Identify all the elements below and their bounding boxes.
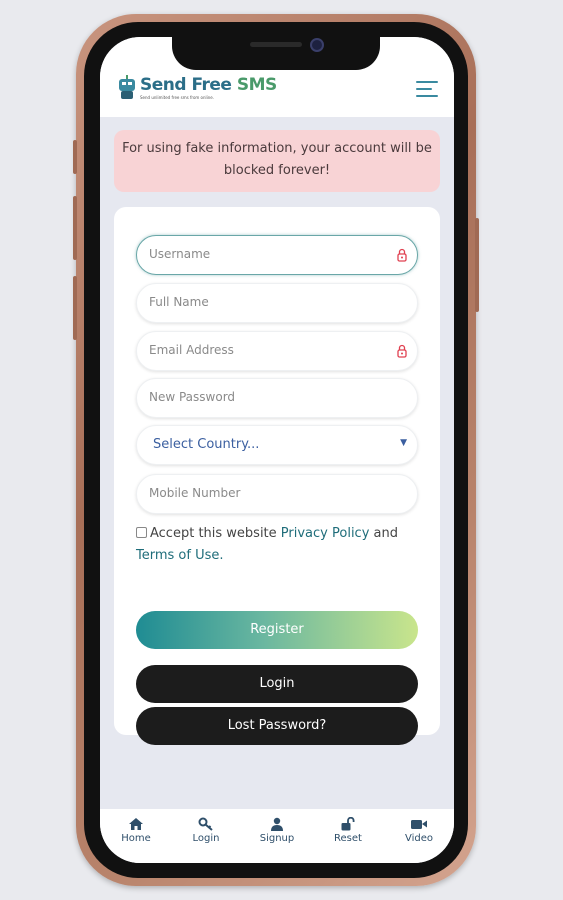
warning-banner: For using fake information, your account… — [114, 130, 440, 192]
username-placeholder: Username — [149, 247, 211, 261]
register-button[interactable]: Register — [136, 611, 418, 649]
bottom-navigation: Home Login Signup Reset Video — [100, 809, 454, 863]
username-input[interactable]: Username — [136, 235, 418, 275]
phone-notch — [172, 30, 380, 70]
speaker-grille — [250, 42, 302, 47]
phone-side-button — [73, 196, 77, 260]
lock-icon — [397, 344, 407, 358]
nav-item-home[interactable]: Home — [106, 817, 166, 844]
chevron-down-icon: ▼ — [400, 438, 407, 448]
phone-side-button — [73, 140, 77, 174]
full-name-input[interactable]: Full Name — [136, 283, 418, 323]
front-camera-icon — [310, 38, 324, 52]
terms-of-use-link[interactable]: Terms of Use. — [136, 548, 224, 563]
lost-password-button[interactable]: Lost Password? — [136, 707, 418, 745]
unlock-icon — [341, 817, 355, 831]
brand-name-part1: Send Free — [140, 75, 237, 95]
email-placeholder: Email Address — [149, 343, 234, 357]
nav-label-login: Login — [192, 833, 220, 844]
key-icon — [198, 817, 213, 831]
register-form-card: Username Full Name Email Address New Pas… — [114, 207, 440, 745]
terms-and-text: and — [369, 526, 398, 541]
nav-item-login[interactable]: Login — [176, 817, 236, 844]
nav-item-reset[interactable]: Reset — [318, 817, 378, 844]
country-select-value: Select Country... — [153, 437, 260, 452]
accept-terms-checkbox[interactable] — [136, 527, 147, 538]
phone-side-button — [73, 276, 77, 340]
mobile-number-placeholder: Mobile Number — [149, 486, 241, 500]
phone-side-button — [475, 218, 479, 312]
brand-title[interactable]: Send Free SMS — [140, 75, 277, 95]
lock-icon — [397, 248, 407, 262]
country-select[interactable]: Select Country... ▼ — [136, 425, 418, 465]
user-icon — [271, 817, 283, 831]
nav-label-signup: Signup — [259, 833, 295, 844]
new-password-input[interactable]: New Password — [136, 378, 418, 418]
full-name-placeholder: Full Name — [149, 295, 209, 309]
nav-label-reset: Reset — [334, 833, 362, 844]
phone-screen: Send Free SMS Send unlimited free sms fr… — [100, 37, 454, 863]
mobile-number-input[interactable]: Mobile Number — [136, 474, 418, 514]
home-icon — [129, 818, 143, 830]
brand-name-part2: SMS — [236, 75, 277, 95]
login-button[interactable]: Login — [136, 665, 418, 703]
nav-item-signup[interactable]: Signup — [247, 817, 307, 844]
new-password-placeholder: New Password — [149, 390, 236, 404]
nav-label-video: Video — [404, 833, 434, 844]
nav-item-video[interactable]: Video — [389, 817, 449, 844]
terms-prefix-text: Accept this website — [150, 526, 281, 541]
brand-tagline: Send unlimited free sms from online. — [140, 95, 215, 100]
hamburger-menu-icon[interactable] — [416, 81, 438, 97]
video-icon — [411, 820, 427, 829]
privacy-policy-link[interactable]: Privacy Policy — [281, 526, 370, 541]
email-input[interactable]: Email Address — [136, 331, 418, 371]
nav-label-home: Home — [121, 833, 151, 844]
robot-logo-icon — [119, 75, 135, 99]
terms-agreement: Accept this website Privacy Policy and T… — [136, 523, 426, 567]
